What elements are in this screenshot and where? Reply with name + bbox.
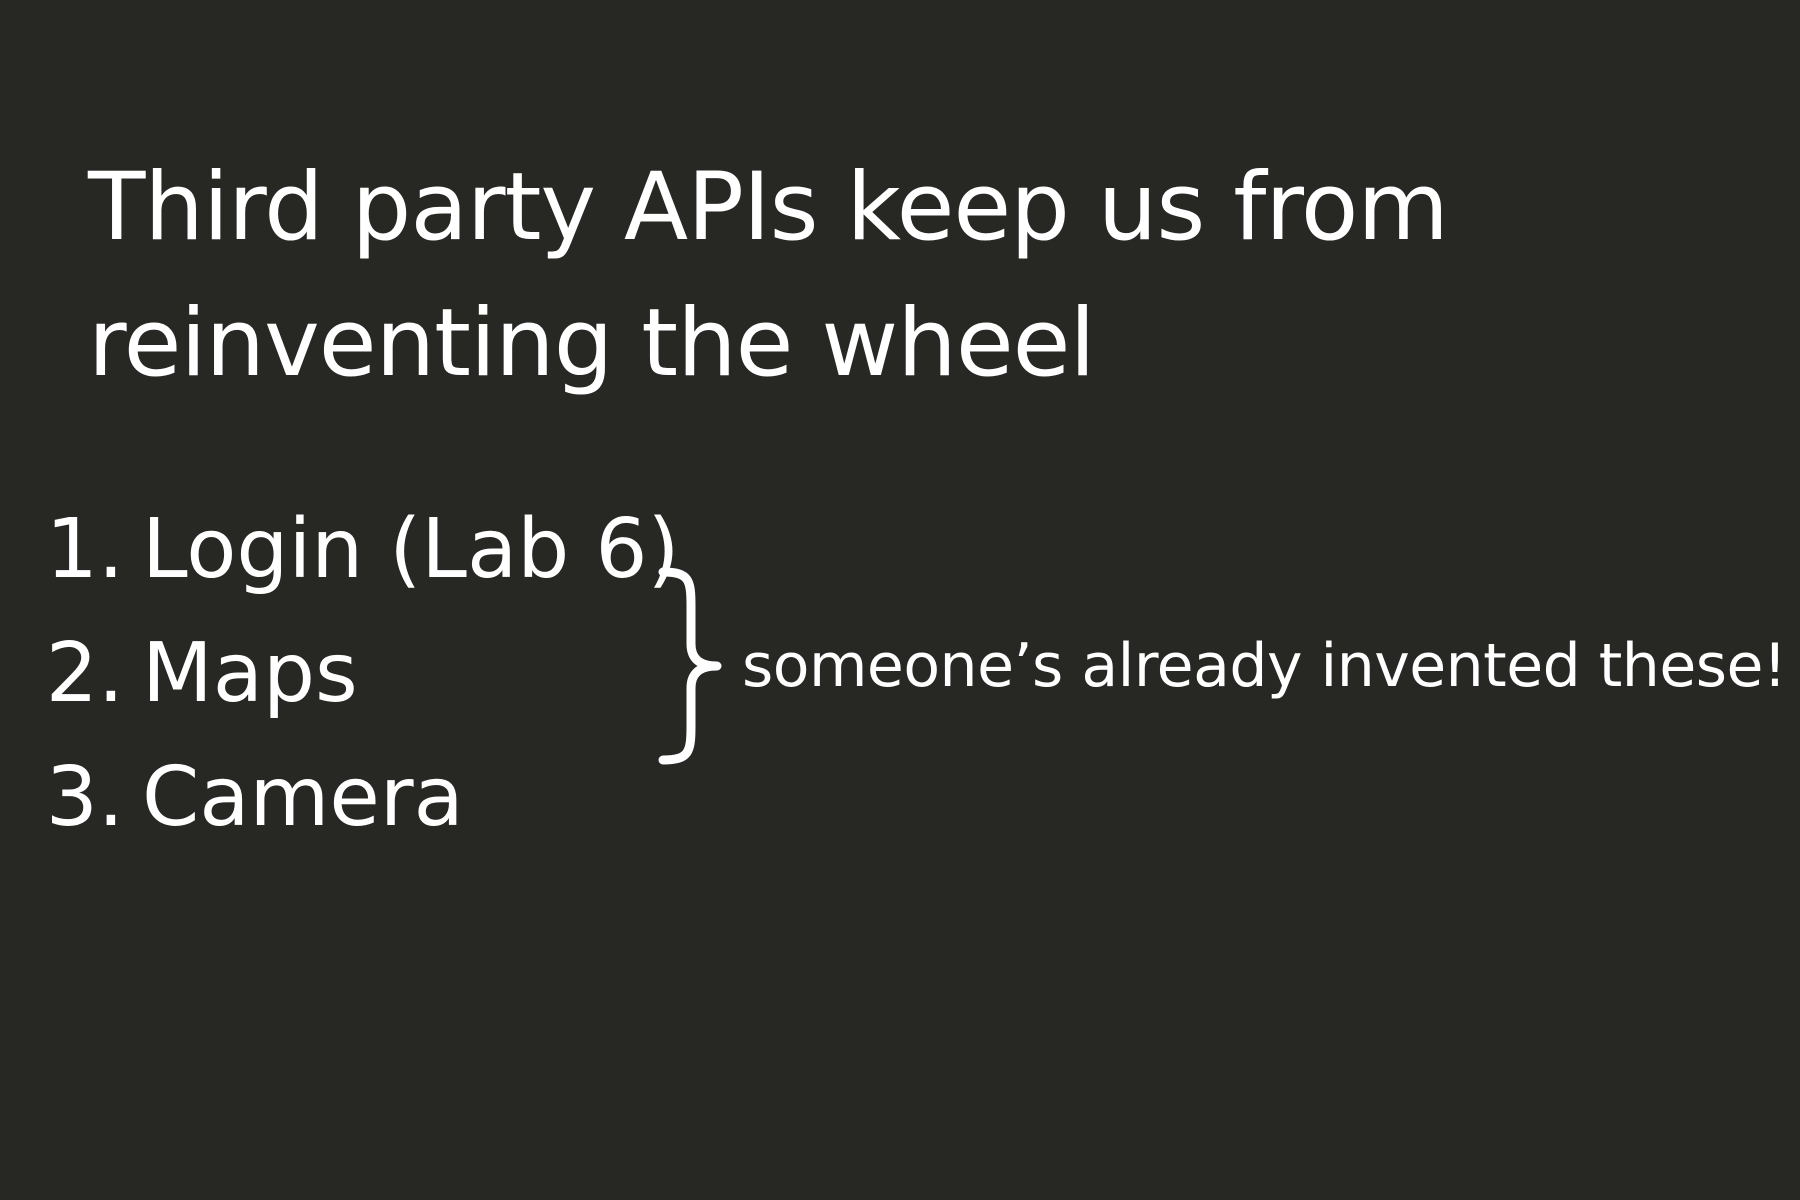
- list-item-number: 3.: [45, 750, 124, 845]
- list-item-number: 1.: [45, 502, 124, 597]
- list-item: 1. Login (Lab 6): [30, 488, 680, 612]
- slide: Third party APIs keep us from reinventin…: [0, 0, 1800, 1200]
- list-item: 2. Maps: [30, 612, 679, 736]
- list-item: 3. Camera: [30, 736, 679, 860]
- slide-title: Third party APIs keep us from reinventin…: [88, 140, 1748, 412]
- api-list: 1. Login (Lab 6) 2. Maps 3. Camera: [30, 488, 680, 860]
- list-item-label: Camera: [142, 750, 464, 845]
- right-curly-brace-icon: [658, 567, 722, 765]
- slide-title-line-2: reinventing the wheel: [88, 289, 1096, 398]
- list-item-number: 2.: [45, 626, 124, 721]
- list-item-label: Maps: [142, 626, 358, 721]
- brace-annotation: someone’s already invented these!: [742, 631, 1787, 701]
- slide-title-line-1: Third party APIs keep us from: [88, 153, 1449, 262]
- list-item-label: Login (Lab 6): [142, 502, 680, 597]
